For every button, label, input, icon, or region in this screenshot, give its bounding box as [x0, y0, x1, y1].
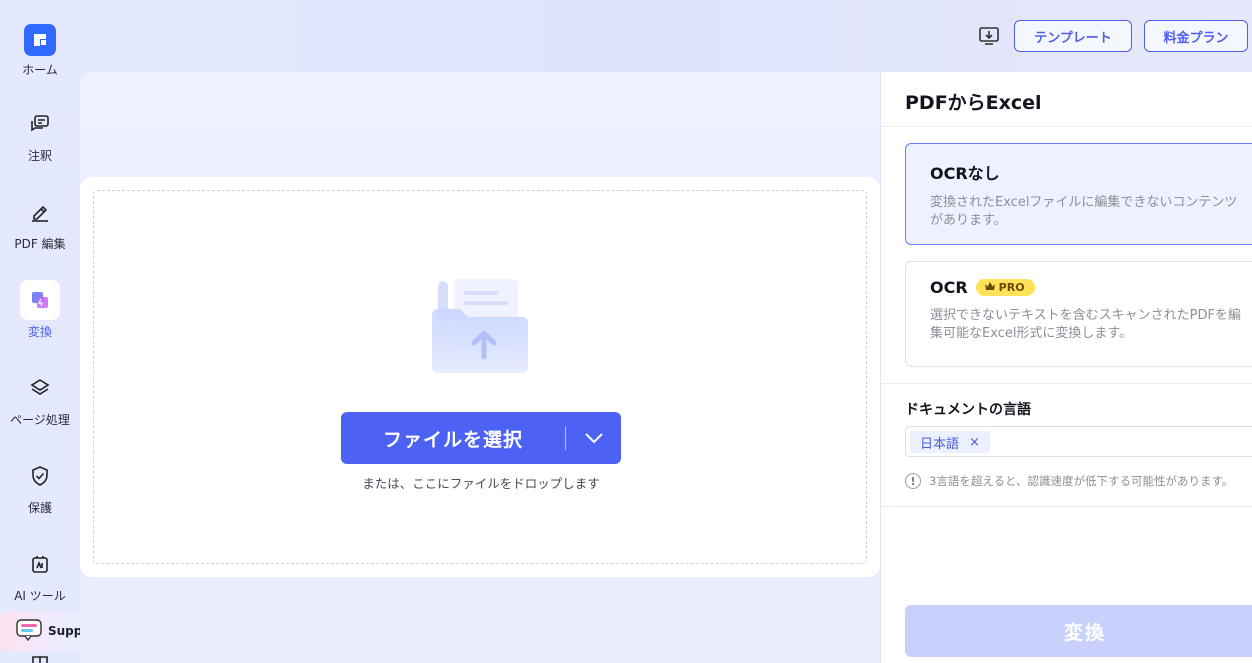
shield-check-icon [20, 456, 60, 496]
remove-language-icon[interactable]: × [969, 435, 980, 450]
pro-badge: PRO [975, 279, 1035, 296]
drop-hint-text: または、ここにファイルをドロップします [362, 476, 600, 491]
sidebar-item-pdf-edit[interactable]: PDF 編集 [0, 192, 80, 252]
sidebar-item-protect[interactable]: 保護 [0, 456, 80, 516]
select-file-button[interactable]: ファイルを選択 [341, 412, 621, 464]
upload-card: ファイルを選択 または、ここにファイルをドロップします [80, 177, 880, 577]
pricing-plan-button[interactable]: 料金プラン [1144, 20, 1248, 52]
sidebar-item-label: ホーム [22, 63, 58, 77]
sidebar-item-label: 注釈 [27, 149, 52, 163]
language-warning: ! 3言語を超えると、認識速度が低下する可能性があります。 [905, 473, 1233, 489]
language-tag-label: 日本語 [920, 436, 960, 452]
language-select[interactable]: 日本語 × [905, 426, 1252, 457]
convert-button[interactable]: 変換 [905, 605, 1252, 657]
sidebar-item-convert[interactable]: 変換 [0, 280, 80, 340]
template-button[interactable]: テンプレート [1014, 20, 1132, 52]
annotation-icon [20, 104, 60, 144]
file-drop-zone[interactable]: ファイルを選択 または、ここにファイルをドロップします [93, 190, 867, 564]
convert-icon [20, 280, 60, 320]
document-language-label: ドキュメントの言語 [905, 402, 1031, 418]
sidebar-item-label: 変換 [27, 325, 52, 339]
panel-title: PDFからExcel [905, 92, 1042, 114]
sidebar-item-label: AI ツール [14, 589, 66, 603]
option-title: OCR [930, 278, 968, 297]
conversion-settings-panel: PDFからExcel OCRなし 変換されたExcelファイルに編集できないコン… [881, 72, 1252, 663]
info-icon: ! [905, 473, 921, 489]
option-description: があります。 [930, 213, 1007, 228]
warning-text: 3言語を超えると、認識速度が低下する可能性があります。 [929, 474, 1234, 488]
layers-icon [20, 368, 60, 408]
sidebar-item-page-processing[interactable]: ページ処理 [0, 368, 80, 428]
support-chat-icon [16, 618, 42, 644]
option-no-ocr[interactable]: OCRなし 変換されたExcelファイルに編集できないコンテンツ があります。 [905, 143, 1252, 245]
sidebar-item-annotation[interactable]: 注釈 [0, 104, 80, 164]
folder-upload-icon [430, 279, 534, 379]
ai-tools-icon [20, 544, 60, 584]
option-description: 集可能なExcel形式に変換します。 [930, 326, 1133, 341]
sidebar-item-label: PDF 編集 [14, 237, 66, 251]
download-icon[interactable] [977, 24, 1001, 48]
divider [881, 383, 1252, 384]
edit-pen-icon [20, 192, 60, 232]
chevron-down-icon[interactable] [566, 432, 621, 444]
home-logo-icon [24, 24, 56, 56]
option-title: OCRなし [930, 164, 1000, 183]
pro-badge-label: PRO [998, 281, 1025, 294]
option-ocr[interactable]: OCR PRO 選択できないテキストを含むスキャンされたPDFを編 集可能なEx… [905, 261, 1252, 367]
option-description: 選択できないテキストを含むスキャンされたPDFを編 [930, 308, 1241, 323]
divider [881, 506, 1252, 507]
sidebar-item-home[interactable]: ホーム [0, 24, 80, 78]
language-tag: 日本語 × [910, 431, 990, 453]
crown-icon [984, 281, 996, 294]
divider [881, 126, 1252, 127]
option-description: 変換されたExcelファイルに編集できないコンテンツ [930, 195, 1238, 210]
sidebar-item-label: ページ処理 [10, 413, 70, 427]
select-file-label: ファイルを選択 [382, 428, 523, 451]
sidebar-item-label: 保護 [27, 501, 52, 515]
sidebar-item-ai-tools[interactable]: AI ツール [0, 544, 80, 604]
sidebar: ホーム 注釈 PDF 編集 変換 ページ処理 保護 AI ツール [0, 0, 80, 663]
